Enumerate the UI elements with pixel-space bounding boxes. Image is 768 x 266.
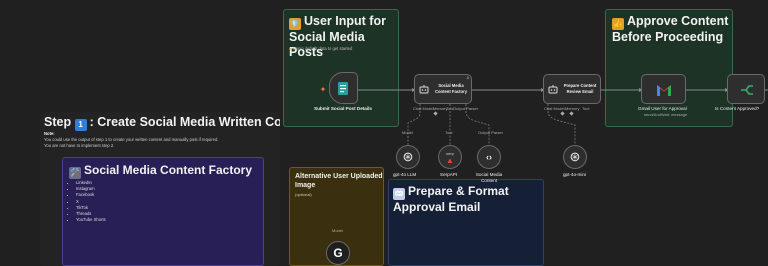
port-diamond[interactable] [560, 111, 565, 116]
port-diamond[interactable] [569, 111, 574, 116]
google-g-icon: G [333, 246, 343, 260]
port-label: Tool [445, 130, 453, 135]
port-label: Model [402, 130, 413, 135]
node-title: Social Media Content Factory [434, 83, 468, 94]
social-media-content-parser-node[interactable]: ‹› [477, 145, 501, 169]
port-label: Chat Model [413, 106, 434, 111]
node-label: gpt-4o-mini [563, 172, 586, 177]
node-subtitle: send/AndWait: message [644, 112, 688, 117]
code-brackets-icon: ‹› [486, 152, 492, 162]
node-title: Prepare Content Review Email [563, 83, 597, 94]
port-label: Chat Model [544, 106, 565, 111]
openai-icon: ⊛ [569, 149, 581, 164]
node-label: gpt-4o LLM [393, 172, 417, 177]
google-model-node[interactable]: G [326, 241, 350, 265]
warning-icon: ▲ [446, 156, 454, 165]
gpt-4o-llm-node[interactable]: ⊛ [396, 145, 420, 169]
openai-icon: ⊛ [402, 149, 414, 164]
pin-icon: ⧉ [466, 76, 470, 80]
robot-icon [419, 84, 429, 94]
port-label: Memory [565, 106, 580, 111]
robot-icon [548, 84, 558, 94]
node-label: Social Media Content [475, 172, 503, 183]
node-label: Is Content Approved? [715, 106, 760, 111]
is-content-approved-node[interactable] [727, 74, 765, 104]
port-label: Model [332, 228, 343, 233]
port-label: Output Parser [478, 130, 503, 135]
port-diamond[interactable] [433, 111, 438, 116]
gmail-icon [656, 82, 672, 98]
gpt-4o-mini-node[interactable]: ⊛ [563, 145, 587, 169]
serpapi-node[interactable]: serp ▲ [438, 145, 462, 169]
node-label: Submit Social Post Details [314, 106, 372, 111]
node-label: Gmail User for Approval [638, 106, 687, 111]
port-label: Output Parser [453, 106, 478, 111]
trigger-bolt-icon: ✦ [319, 84, 327, 94]
form-icon [336, 81, 352, 97]
social-media-content-factory-node[interactable]: Social Media Content Factory ⧉ [414, 74, 472, 104]
gmail-approval-node[interactable] [641, 74, 686, 104]
connections-layer [357, 88, 768, 145]
branch-icon [739, 82, 755, 98]
submit-social-post-node[interactable] [329, 72, 358, 104]
prepare-content-review-email-node[interactable]: Prepare Content Review Email [543, 74, 601, 104]
port-label: Tool [582, 106, 590, 111]
node-label: SerpAPI [440, 172, 458, 177]
